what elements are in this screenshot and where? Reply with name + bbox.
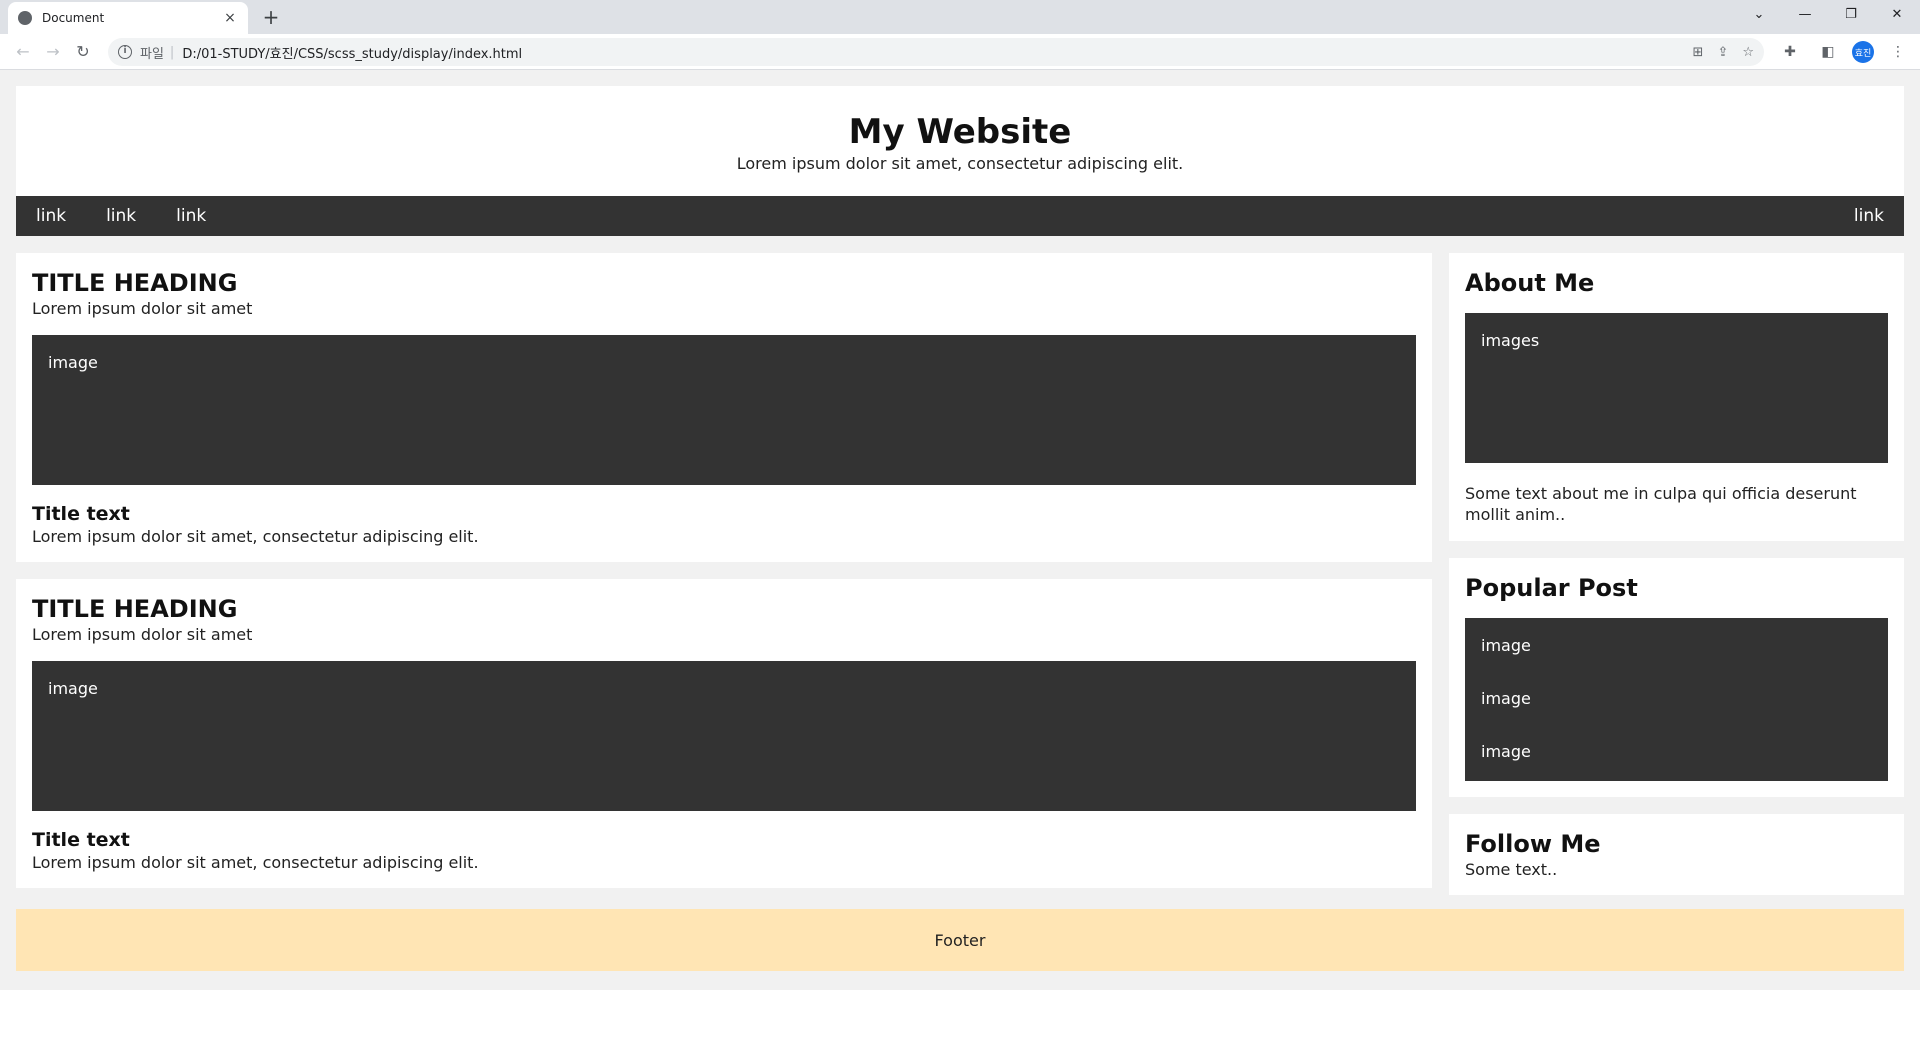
profile-avatar[interactable]: 효진 — [1852, 41, 1874, 63]
new-tab-button[interactable]: + — [260, 6, 282, 28]
side-panel-icon[interactable]: ◧ — [1814, 38, 1842, 66]
nav-link-2[interactable]: link — [106, 206, 136, 226]
url-separator: | — [169, 44, 175, 60]
back-arrow-icon[interactable]: ← — [8, 37, 38, 67]
site-subtitle: Lorem ipsum dolor sit amet, consectetur … — [736, 154, 1184, 173]
post-subheading: Lorem ipsum dolor sit amet — [32, 299, 253, 318]
browser-tab[interactable]: Document × — [8, 2, 248, 34]
share-icon[interactable]: ⇪ — [1717, 45, 1728, 60]
popular-item[interactable]: image — [1465, 673, 1888, 726]
content-row: TITLE HEADING Lorem ipsum dolor sit amet… — [16, 253, 1904, 912]
nav-link-3[interactable]: link — [176, 206, 206, 226]
site-header: My Website Lorem ipsum dolor sit amet, c… — [16, 86, 1904, 196]
post-image-placeholder: image — [32, 335, 1416, 485]
toolbar-right: ✚ ◧ 효진 ⋮ — [1776, 38, 1912, 66]
url-text[interactable]: D:/01-STUDY/효진/CSS/scss_study/display/in… — [182, 43, 1692, 62]
post-title-text: Title text — [32, 829, 130, 851]
about-text: Some text about me in culpa qui officia … — [1465, 484, 1857, 524]
popular-heading: Popular Post — [1465, 574, 1638, 602]
about-image-placeholder: images — [1465, 313, 1888, 463]
close-window-button[interactable]: ✕ — [1874, 0, 1920, 28]
popular-item[interactable]: image — [1465, 620, 1888, 673]
forward-arrow-icon[interactable]: → — [38, 37, 68, 67]
follow-heading: Follow Me — [1465, 830, 1601, 858]
popular-item[interactable]: image — [1465, 726, 1888, 779]
menu-kebab-icon[interactable]: ⋮ — [1884, 38, 1912, 66]
nav-link-1[interactable]: link — [36, 206, 66, 226]
post-heading: TITLE HEADING — [32, 269, 238, 297]
url-protocol: 파일 — [140, 46, 164, 62]
nav-link-right[interactable]: link — [1854, 206, 1884, 226]
post-card: TITLE HEADING Lorem ipsum dolor sit amet… — [16, 253, 1432, 562]
tab-search-icon[interactable]: ⌄ — [1736, 0, 1782, 28]
reload-icon[interactable]: ↻ — [68, 37, 98, 67]
tab-title: Document — [42, 11, 105, 25]
close-icon[interactable]: × — [222, 10, 238, 26]
follow-text: Some text.. — [1465, 860, 1558, 879]
bookmark-star-icon[interactable]: ☆ — [1742, 45, 1754, 60]
window-controls: ⌄ — ❐ ✕ — [1736, 0, 1920, 28]
post-subheading: Lorem ipsum dolor sit amet — [32, 625, 253, 644]
post-body: Lorem ipsum dolor sit amet, consectetur … — [32, 527, 479, 546]
browser-toolbar: ← → ↻ i 파일 | D:/01-STUDY/효진/CSS/scss_stu… — [0, 34, 1920, 70]
popular-post-card: Popular Post image image image — [1449, 558, 1904, 797]
about-heading: About Me — [1465, 269, 1595, 297]
site-title: My Website — [848, 112, 1072, 152]
right-column: About Me images Some text about me in cu… — [1449, 253, 1904, 912]
post-card: TITLE HEADING Lorem ipsum dolor sit amet… — [16, 579, 1432, 888]
page-content: My Website Lorem ipsum dolor sit amet, c… — [0, 70, 1920, 990]
translate-icon[interactable]: ⊞ — [1693, 45, 1704, 60]
top-navigation: link link link link — [16, 196, 1904, 236]
site-footer: Footer — [16, 909, 1904, 971]
omnibox-actions: ⊞ ⇪ ☆ — [1693, 45, 1754, 60]
address-bar[interactable]: i 파일 | D:/01-STUDY/효진/CSS/scss_study/dis… — [108, 38, 1764, 66]
browser-tabbar: Document × + ⌄ — ❐ ✕ — [0, 0, 1920, 34]
about-card: About Me images Some text about me in cu… — [1449, 253, 1904, 541]
post-image-placeholder: image — [32, 661, 1416, 811]
follow-card: Follow Me Some text.. — [1449, 814, 1904, 895]
globe-icon — [18, 11, 32, 25]
post-heading: TITLE HEADING — [32, 595, 238, 623]
restore-button[interactable]: ❐ — [1828, 0, 1874, 28]
left-column: TITLE HEADING Lorem ipsum dolor sit amet… — [16, 253, 1432, 912]
post-body: Lorem ipsum dolor sit amet, consectetur … — [32, 853, 479, 872]
popular-list: image image image — [1465, 618, 1888, 781]
post-title-text: Title text — [32, 503, 130, 525]
minimize-button[interactable]: — — [1782, 0, 1828, 28]
info-icon[interactable]: i — [118, 45, 132, 59]
extensions-icon[interactable]: ✚ — [1776, 38, 1804, 66]
